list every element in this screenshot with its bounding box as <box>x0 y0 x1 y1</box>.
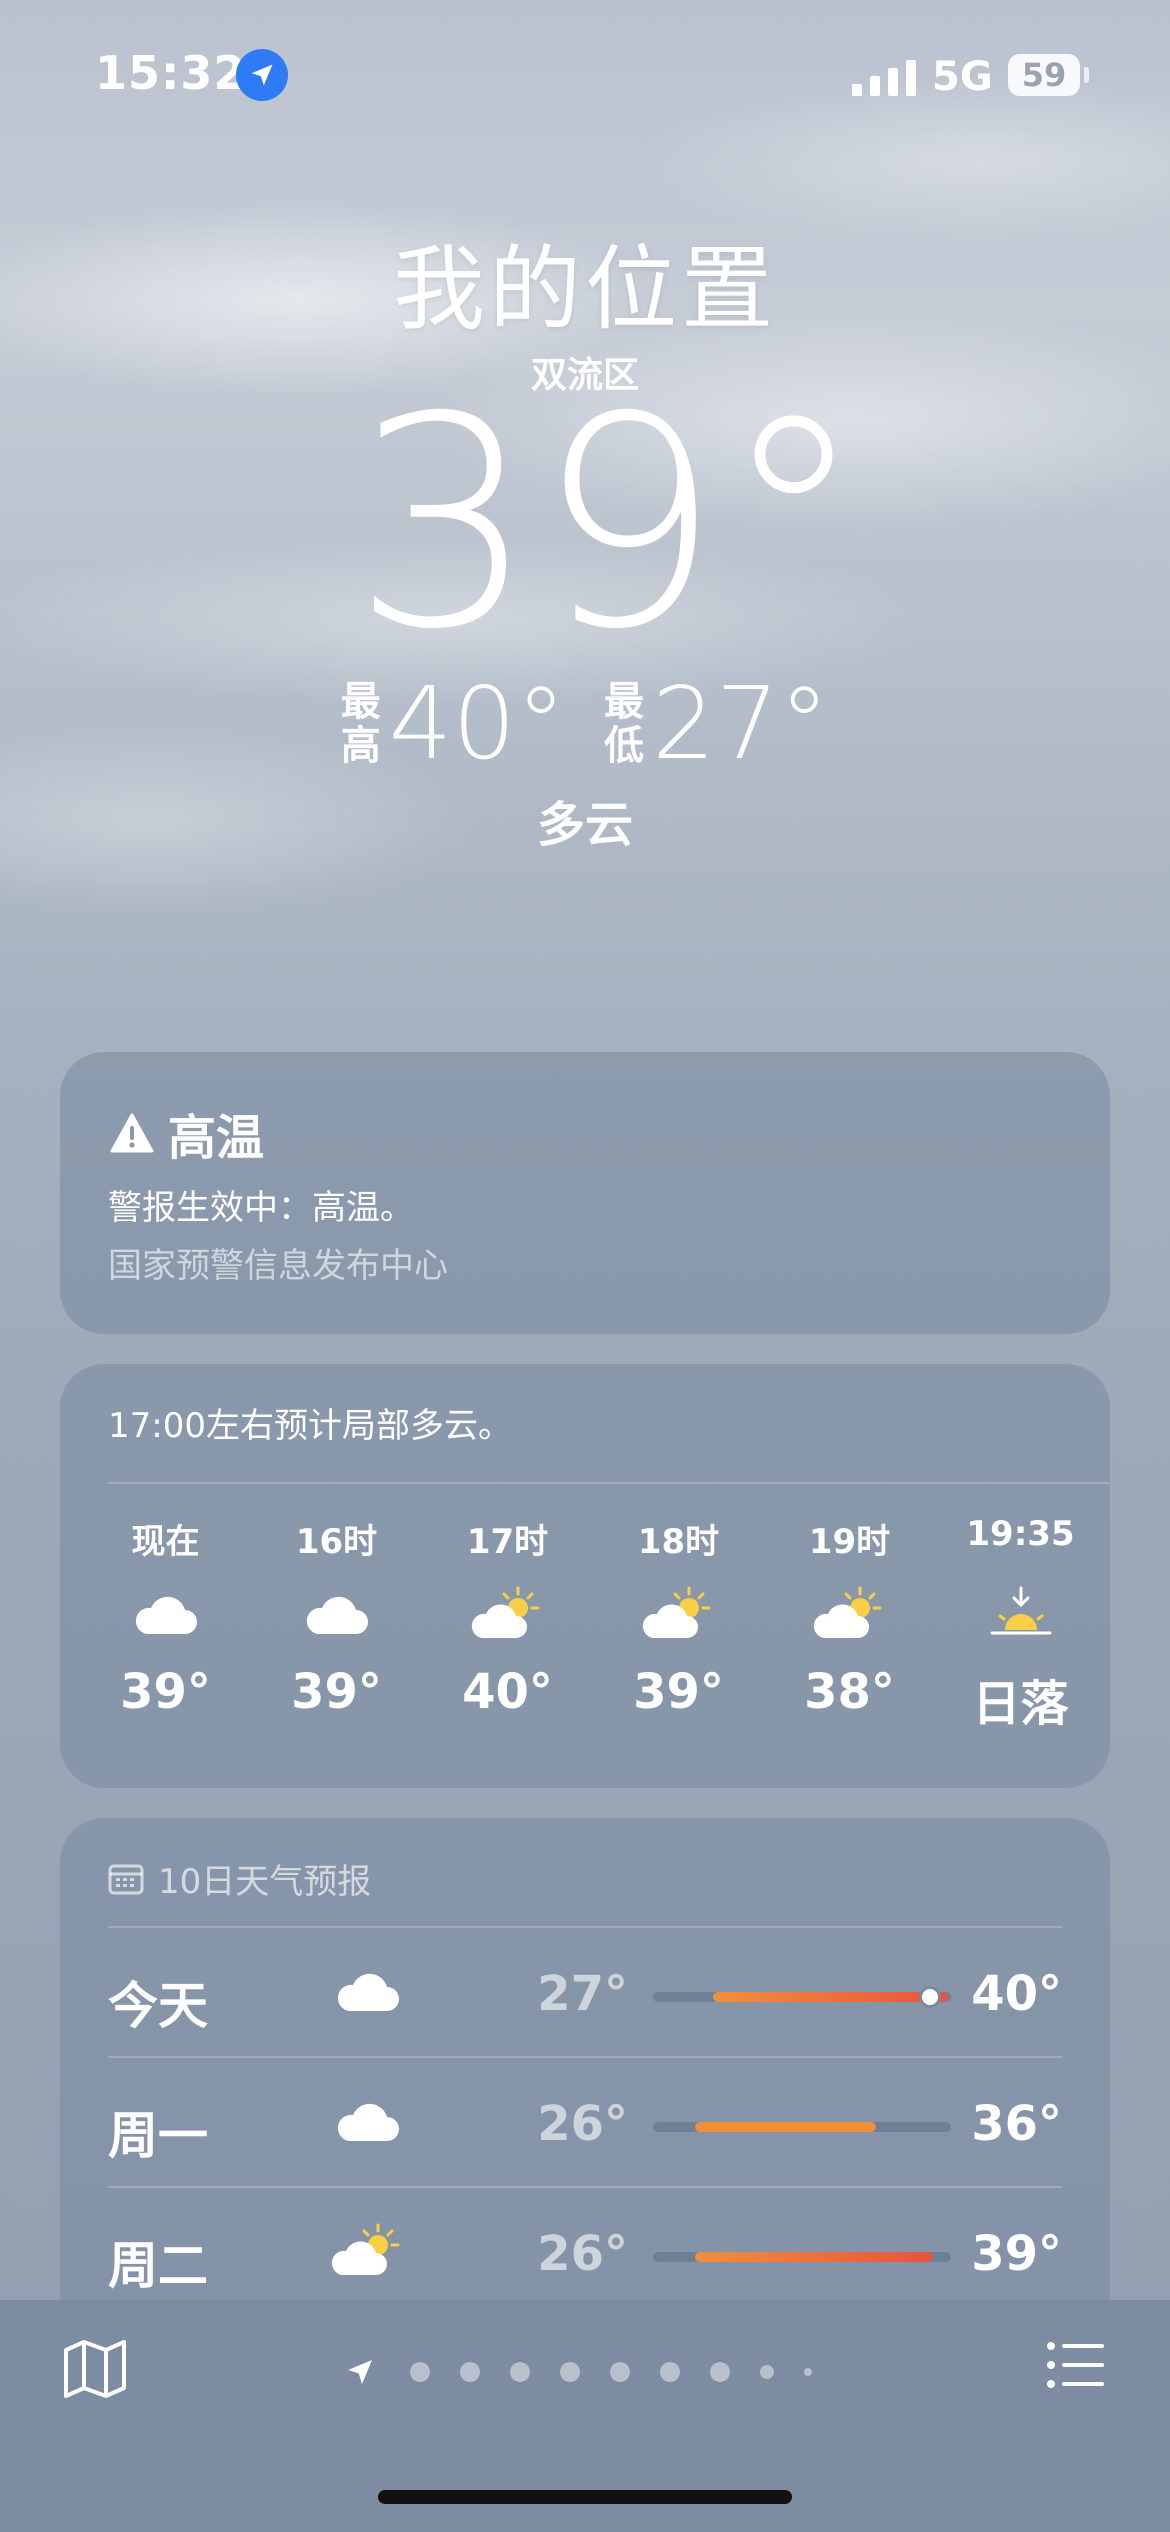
cloud-icon <box>304 1564 370 1664</box>
page-dot[interactable] <box>610 2362 630 2382</box>
temp-range-fill <box>694 2252 934 2262</box>
battery-level: 59 <box>1021 56 1067 94</box>
day-low-temp: 26° <box>537 2226 628 2282</box>
divider <box>108 1926 1062 1928</box>
divider <box>108 2056 1062 2058</box>
hour-temp: 39° <box>633 1664 724 1720</box>
day-name: 今天 <box>108 1977 208 2035</box>
temp-range-bar <box>653 1989 951 2005</box>
list-icon[interactable] <box>1046 2340 1106 2390</box>
current-temperature: 39° <box>351 356 866 693</box>
current-temp-marker <box>921 1989 938 2005</box>
temp-range-bar <box>653 2122 951 2132</box>
hour-label: 19时 <box>808 1522 891 1562</box>
day-name: 周一 <box>108 2107 208 2165</box>
hour-temp: 39° <box>120 1664 211 1720</box>
hour-item: 18时 39° <box>593 1514 764 1734</box>
temp-range-fill <box>712 1992 948 2002</box>
day-row[interactable]: 周一 26° 36° <box>108 2056 1062 2186</box>
temp-range-bar <box>653 2252 951 2262</box>
cloud-icon <box>328 1956 408 2026</box>
alert-source: 国家预警信息发布中心 <box>108 1246 448 1286</box>
battery-tip <box>1084 67 1089 83</box>
hour-label: 18时 <box>637 1522 720 1562</box>
sunset-icon <box>988 1564 1054 1664</box>
cloud-icon <box>328 2086 408 2156</box>
cloud-icon <box>133 1564 199 1664</box>
partly-sunny-icon <box>641 1564 717 1664</box>
partly-sunny-icon <box>470 1564 546 1664</box>
location-services-icon <box>236 49 288 101</box>
low-label: 最低 <box>604 678 644 769</box>
status-bar: 15:32 5G 59 <box>0 0 1170 150</box>
day-low-temp: 27° <box>537 1966 628 2022</box>
page-dot[interactable] <box>804 2368 812 2376</box>
hour-item: 19时 38° <box>764 1514 935 1734</box>
weather-condition: 多云 <box>536 797 633 853</box>
hour-item: 19:35 日落 <box>935 1514 1106 1734</box>
hour-temp: 日落 <box>972 1676 1069 1732</box>
day-low-temp: 26° <box>537 2096 628 2152</box>
high-label: 最高 <box>340 678 381 769</box>
day-high-temp: 40° <box>971 1966 1062 2022</box>
page-dot[interactable] <box>710 2362 730 2382</box>
low-temp: 27° <box>652 665 830 782</box>
temp-range-fill <box>694 2122 877 2132</box>
ten-day-forecast-card[interactable]: 10日天气预报 今天 27° 40° 周一 26° 36° 周二 26° 39° <box>60 1818 1110 2338</box>
day-high-temp: 36° <box>971 2096 1062 2152</box>
partly-sunny-icon <box>328 2216 408 2286</box>
page-dot[interactable] <box>560 2362 580 2382</box>
hour-temp: 40° <box>462 1664 553 1720</box>
partly-sunny-icon <box>812 1564 888 1664</box>
hourly-list[interactable]: 现在 39° 16时 39° 17时 40° 18时 39° 19时 38° 1… <box>80 1514 1110 1734</box>
high-temp: 40° <box>388 665 566 782</box>
hourly-forecast-card[interactable]: 17:00左右预计局部多云。 现在 39° 16时 39° 17时 40° 18… <box>60 1364 1110 1788</box>
page-dot[interactable] <box>410 2362 430 2382</box>
network-type: 5G <box>932 54 993 100</box>
location-name: 我的位置 <box>392 236 777 343</box>
day-high-temp: 39° <box>971 2226 1062 2282</box>
hour-temp: 38° <box>804 1664 895 1720</box>
calendar-icon <box>108 1864 144 1894</box>
hour-item: 现在 39° <box>80 1514 251 1734</box>
status-time: 15:32 <box>95 46 247 100</box>
heat-alert-card[interactable]: 高温 警报生效中：高温。 国家预警信息发布中心 <box>60 1052 1110 1334</box>
map-icon[interactable] <box>60 2338 130 2398</box>
page-indicator[interactable] <box>340 2352 812 2392</box>
high-temp-group: 最高 40° <box>341 665 566 782</box>
location-arrow-icon[interactable] <box>340 2352 380 2392</box>
hour-label: 17时 <box>466 1522 549 1562</box>
hour-item: 16时 39° <box>251 1514 422 1734</box>
hour-label: 19:35 <box>966 1514 1075 1554</box>
battery-icon: 59 <box>1008 54 1080 96</box>
page-dot[interactable] <box>460 2362 480 2382</box>
page-dot[interactable] <box>510 2362 530 2382</box>
hour-temp: 39° <box>291 1664 382 1720</box>
alert-title-text: 高温 <box>168 1110 265 1166</box>
day-name: 周二 <box>108 2237 208 2295</box>
hour-label: 现在 <box>131 1522 200 1562</box>
hourly-summary: 17:00左右预计局部多云。 <box>108 1406 512 1446</box>
ten-day-header: 10日天气预报 <box>108 1854 371 1903</box>
cellular-signal-icon <box>852 60 916 96</box>
ten-day-title: 10日天气预报 <box>158 1862 372 1902</box>
alert-title: 高温 <box>110 1098 264 1168</box>
warning-icon <box>110 1113 154 1153</box>
page-dot[interactable] <box>660 2362 680 2382</box>
divider <box>108 2186 1062 2188</box>
alert-body: 警报生效中：高温。 <box>108 1188 414 1228</box>
page-dot[interactable] <box>760 2365 774 2379</box>
divider <box>108 1482 1110 1484</box>
high-low: 最高 40° 最低 27° <box>0 665 1170 782</box>
day-row[interactable]: 今天 27° 40° <box>108 1926 1062 2056</box>
hour-item: 17时 40° <box>422 1514 593 1734</box>
hour-label: 16时 <box>295 1522 378 1562</box>
day-row[interactable]: 周二 26° 39° <box>108 2186 1062 2316</box>
low-temp-group: 最低 27° <box>604 665 829 782</box>
home-indicator <box>378 2490 792 2504</box>
